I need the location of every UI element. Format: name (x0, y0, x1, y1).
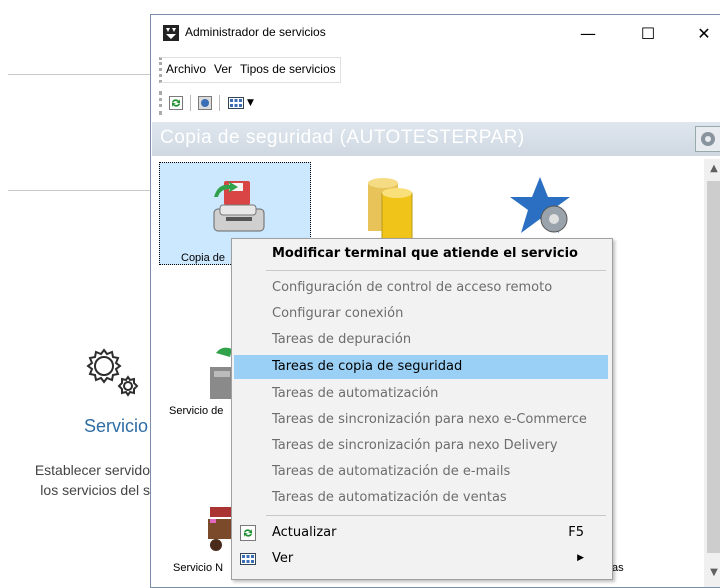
scroll-thumb[interactable] (707, 181, 720, 553)
backup-service-icon[interactable] (208, 177, 270, 239)
scroll-down-arrow-icon[interactable]: ▼ (704, 563, 720, 581)
automation-service-icon[interactable] (510, 175, 574, 239)
menu-item-label: Tareas de sincronización para nexo e-Com… (272, 412, 587, 427)
settings-gear-icon[interactable] (695, 126, 720, 152)
menu-item-control-acceso-remoto[interactable]: Configuración de control de acceso remot… (234, 276, 608, 300)
menu-item-sync-delivery[interactable]: Tareas de sincronización para nexo Deliv… (234, 434, 608, 458)
menu-item-ver[interactable]: Ver ▶ (234, 547, 608, 571)
menu-item-automatizacion-ventas[interactable]: Tareas de automatización de ventas (234, 486, 608, 510)
minimize-button[interactable]: — (565, 15, 611, 51)
menu-item-label: Tareas de automatización (272, 386, 438, 401)
view-toolbar-button[interactable]: ▼ (226, 95, 256, 111)
menu-item-configurar-conexion[interactable]: Configurar conexión (234, 302, 608, 326)
toolbar-separator (190, 95, 191, 111)
menu-item-tareas-automatizacion[interactable]: Tareas de automatización (234, 382, 608, 406)
service-label-backup: Copia de (181, 252, 225, 264)
app-icon (163, 25, 179, 41)
menu-item-label: Tareas de depuración (272, 332, 411, 347)
title-bar[interactable]: Administrador de servicios — ☐ ✕ (151, 15, 720, 51)
menu-item-actualizar[interactable]: Actualizar F5 (234, 521, 608, 545)
menu-item-label: Configurar conexión (272, 306, 403, 321)
menu-item-tareas-depuracion[interactable]: Tareas de depuración (234, 328, 608, 352)
context-menu: Modificar terminal que atiende el servic… (231, 238, 613, 580)
background-desc-line2: los servicios del s (35, 480, 150, 500)
menu-ver[interactable]: Ver (210, 58, 236, 82)
background-divider-bottom (8, 190, 152, 191)
view-icon (228, 96, 244, 110)
menu-archivo[interactable]: Archivo (162, 58, 210, 82)
refresh-icon (169, 96, 183, 110)
menu-item-label: Actualizar (272, 525, 336, 540)
menu-item-shortcut: F5 (568, 525, 584, 540)
menu-item-label: Tareas de automatización de e-mails (272, 464, 510, 479)
menu-item-label: Modificar terminal que atiende el servic… (272, 246, 578, 261)
menu-item-automatizacion-emails[interactable]: Tareas de automatización de e-mails (234, 460, 608, 484)
dropdown-arrow-icon: ▼ (247, 98, 254, 108)
menu-item-tareas-copia-seguridad[interactable]: Tareas de copia de seguridad (234, 355, 608, 379)
menu-item-label: Tareas de copia de seguridad (272, 359, 462, 374)
menu-separator (266, 270, 606, 271)
toolbar: ▼ (159, 91, 262, 115)
refresh-toolbar-button[interactable] (168, 95, 184, 111)
database-service-icon[interactable] (362, 177, 418, 241)
menu-item-label: Tareas de automatización de ventas (272, 490, 507, 505)
menu-separator (266, 515, 606, 516)
section-header-title: Copia de seguridad (AUTOTESTERPAR) (160, 127, 525, 149)
menu-bar: Archivo Ver Tipos de servicios (159, 57, 341, 83)
properties-toolbar-button[interactable] (197, 95, 213, 111)
scroll-up-arrow-icon[interactable]: ▲ (704, 159, 720, 177)
toolbar-separator (219, 95, 220, 111)
maximize-button[interactable]: ☐ (625, 15, 671, 51)
view-icon (240, 551, 256, 567)
menu-item-modificar-terminal[interactable]: Modificar terminal que atiende el servic… (234, 242, 608, 266)
menu-item-label: Ver (272, 551, 293, 566)
vertical-scrollbar[interactable]: ▲ ▼ (704, 159, 720, 588)
background-title: Servicio (84, 416, 148, 437)
menu-item-sync-ecommerce[interactable]: Tareas de sincronización para nexo e-Com… (234, 408, 608, 432)
service-label-nexo: Servicio N (173, 562, 223, 574)
background-description: Establecer servido los servicios del s (35, 460, 150, 500)
services-gear-icon (84, 346, 144, 398)
background-divider-top (8, 74, 152, 75)
background-desc-line1: Establecer servido (35, 460, 150, 480)
window-title: Administrador de servicios (185, 25, 326, 39)
menu-item-label: Tareas de sincronización para nexo Deliv… (272, 438, 558, 453)
close-button[interactable]: ✕ (681, 15, 720, 51)
properties-icon (198, 96, 212, 110)
service-label-sync: Servicio de (169, 405, 223, 417)
menu-item-label: Configuración de control de acceso remot… (272, 280, 552, 295)
section-header: Copia de seguridad (AUTOTESTERPAR) (152, 122, 720, 156)
submenu-arrow-icon: ▶ (577, 553, 584, 563)
service-label-partial: as (612, 562, 624, 574)
refresh-icon (240, 525, 256, 541)
menu-tipos-de-servicios[interactable]: Tipos de servicios (236, 58, 340, 82)
